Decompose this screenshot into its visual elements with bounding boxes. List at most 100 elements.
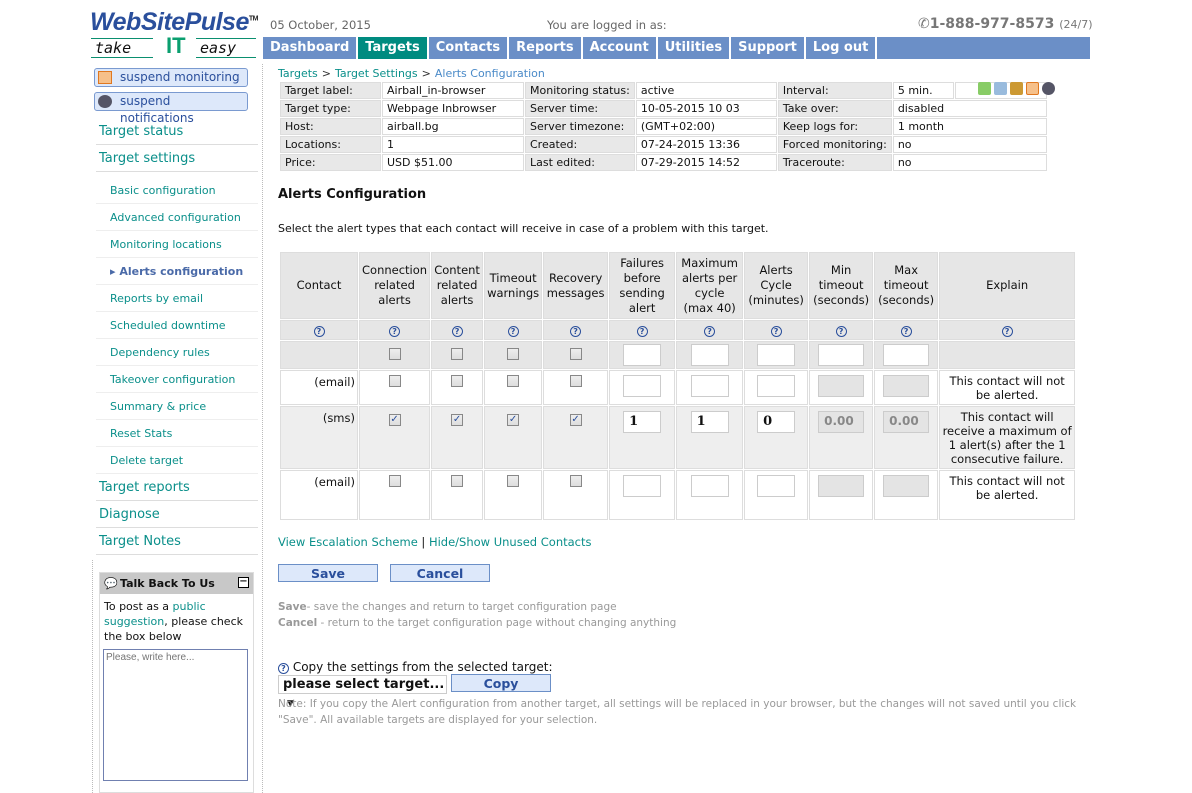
connection-checkbox[interactable] (388, 475, 401, 487)
checkbox[interactable] (569, 347, 582, 360)
sidebar-sub-downtime[interactable]: Scheduled downtime (96, 312, 258, 339)
cell: ✓ (431, 406, 484, 469)
help-icon[interactable]: ? (570, 326, 582, 337)
help-icon[interactable]: ? (636, 326, 648, 337)
cell (874, 370, 939, 405)
input[interactable] (690, 344, 729, 366)
help-icon[interactable]: ? (704, 326, 716, 337)
nav-logout[interactable]: Log out (806, 37, 878, 59)
contact-row: (sms) ✓ ✓ ✓ ✓ 1 1 0 0.00 0.00 This contact will re… (280, 406, 1076, 469)
sep: > (421, 67, 431, 80)
sidebar-sub-takeover[interactable]: Takeover configuration (96, 366, 258, 393)
content-checkbox[interactable] (451, 475, 464, 487)
timeout-checkbox[interactable] (507, 375, 520, 387)
recovery-checkbox[interactable] (569, 375, 582, 387)
help-icon[interactable]: ? (1001, 326, 1013, 337)
sidebar-sub-basic[interactable]: Basic configuration (96, 177, 258, 204)
explain-cell: This contact will receive a maximum of 1… (939, 406, 1076, 469)
reports-icon[interactable] (1010, 82, 1023, 95)
help-icon[interactable]: ? (900, 326, 912, 337)
cell (359, 470, 431, 520)
maxt-input (883, 375, 930, 397)
sidebar-sub-reports-email[interactable]: Reports by email (96, 285, 258, 312)
sidebar-item-diagnose[interactable]: Diagnose (96, 501, 258, 528)
nav-account[interactable]: Account (583, 37, 658, 59)
content-checkbox[interactable]: ✓ (451, 414, 464, 426)
failures-input[interactable] (623, 375, 662, 397)
sidebar-sub-reset[interactable]: Reset Stats (96, 420, 258, 447)
hide-show-contacts-link[interactable]: Hide/Show Unused Contacts (429, 535, 592, 549)
max-input[interactable]: 1 (690, 411, 729, 433)
sidebar-sub-alerts[interactable]: ▸ Alerts configuration (96, 258, 258, 285)
copy-button[interactable]: Copy (451, 674, 551, 692)
nav-support[interactable]: Support (731, 37, 806, 59)
nav-utilities[interactable]: Utilities (658, 37, 732, 59)
sidebar-sub-advanced[interactable]: Advanced configuration (96, 204, 258, 231)
input[interactable] (623, 344, 662, 366)
target-select[interactable]: please select target... ▼ (278, 675, 447, 709)
cycle-input[interactable] (757, 375, 796, 397)
input[interactable] (757, 344, 796, 366)
breadcrumb-target-settings[interactable]: Target Settings (335, 67, 418, 80)
info-icon[interactable] (978, 82, 991, 95)
timeout-checkbox[interactable]: ✓ (507, 414, 520, 426)
sidebar-sub-delete[interactable]: Delete target (96, 447, 258, 474)
help-icon[interactable]: ? (770, 326, 782, 337)
content-checkbox[interactable] (451, 375, 464, 387)
checkbox[interactable] (451, 347, 464, 360)
nav-reports[interactable]: Reports (509, 37, 583, 59)
nav-contacts[interactable]: Contacts (429, 37, 510, 59)
cell: 0.00 (874, 406, 939, 469)
sidebar-sub-dependency[interactable]: Dependency rules (96, 339, 258, 366)
edit-icon[interactable] (994, 82, 1007, 95)
apply-all-row (280, 341, 1076, 369)
timeout-checkbox[interactable] (507, 475, 520, 487)
help-icon[interactable]: ? (835, 326, 847, 337)
failures-input[interactable] (623, 475, 662, 497)
logged-in-text: You are logged in as: (547, 18, 667, 32)
input[interactable] (883, 344, 930, 366)
failures-input[interactable]: 1 (623, 411, 662, 433)
cycle-input[interactable] (757, 475, 796, 497)
sidebar-sub-summary[interactable]: Summary & price (96, 393, 258, 420)
breadcrumb-targets[interactable]: Targets (278, 67, 318, 80)
pause-icon[interactable] (1026, 82, 1039, 95)
help-icon[interactable]: ? (389, 326, 401, 337)
max-input[interactable] (690, 475, 729, 497)
suspend-monitoring-button[interactable]: suspend monitoring (94, 68, 248, 87)
recovery-checkbox[interactable]: ✓ (569, 414, 582, 426)
sidebar-item-target-status[interactable]: Target status (96, 118, 258, 145)
recovery-checkbox[interactable] (569, 475, 582, 487)
info-row: Locations: 1 Created: 07-24-2015 13:36 Force… (280, 136, 1047, 153)
help-icon[interactable]: ? (507, 326, 519, 337)
cell: 1 (609, 406, 676, 469)
mute-icon[interactable] (1042, 82, 1055, 95)
connection-checkbox[interactable] (388, 375, 401, 387)
info-label: Target type: (280, 100, 381, 117)
cycle-input[interactable]: 0 (757, 411, 796, 433)
nav-dashboard[interactable]: Dashboard (263, 37, 359, 59)
cancel-button[interactable]: Cancel (390, 564, 490, 582)
max-input[interactable] (690, 375, 729, 397)
connection-checkbox[interactable]: ✓ (388, 414, 401, 426)
sidebar-item-target-notes[interactable]: Target Notes (96, 528, 258, 555)
info-label: Forced monitoring: (777, 136, 892, 153)
nav-targets[interactable]: Targets (358, 37, 429, 59)
column-header: Max timeout (seconds) (874, 252, 939, 319)
sidebar-sub-locations[interactable]: Monitoring locations (96, 231, 258, 258)
help-icon[interactable]: ? (451, 326, 463, 337)
suspend-notifications-button[interactable]: suspend notifications (94, 92, 248, 125)
minimize-icon[interactable]: − (238, 577, 249, 588)
checkbox[interactable] (507, 347, 520, 360)
sidebar-item-target-reports[interactable]: Target reports (96, 474, 258, 501)
feedback-textarea[interactable] (103, 649, 248, 781)
help-icon[interactable]: ? (313, 326, 325, 337)
help-icon[interactable]: ? (278, 663, 289, 674)
checkbox[interactable] (388, 347, 401, 360)
input[interactable] (818, 344, 865, 366)
label: Save (278, 601, 307, 613)
view-escalation-link[interactable]: View Escalation Scheme (278, 535, 418, 549)
sidebar-item-target-settings[interactable]: Target settings (96, 145, 258, 172)
cell (543, 470, 609, 520)
save-button[interactable]: Save (278, 564, 378, 582)
